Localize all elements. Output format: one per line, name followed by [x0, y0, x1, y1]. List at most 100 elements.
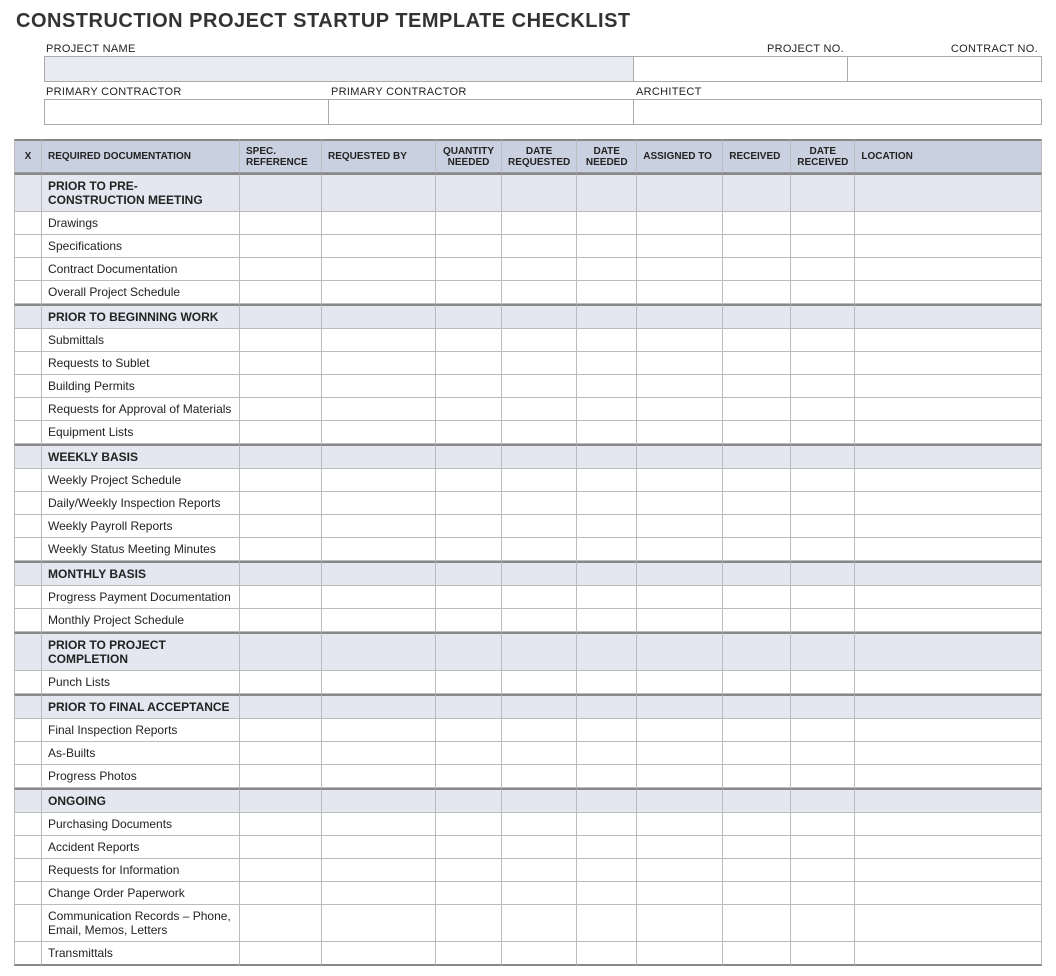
- spec-cell[interactable]: [240, 469, 322, 492]
- assigned-to-cell[interactable]: [637, 586, 723, 609]
- date-needed-cell[interactable]: [577, 859, 637, 882]
- date-received-cell[interactable]: [791, 421, 855, 444]
- date-requested-cell[interactable]: [502, 882, 577, 905]
- section-empty-cell[interactable]: [577, 304, 637, 329]
- date-requested-cell[interactable]: [502, 212, 577, 235]
- section-empty-cell[interactable]: [322, 444, 436, 469]
- input-primary-contractor-1[interactable]: [44, 99, 329, 125]
- received-cell[interactable]: [723, 352, 791, 375]
- date-needed-cell[interactable]: [577, 421, 637, 444]
- qty-cell[interactable]: [436, 765, 502, 788]
- qty-cell[interactable]: [436, 515, 502, 538]
- assigned-to-cell[interactable]: [637, 281, 723, 304]
- requested-by-cell[interactable]: [322, 609, 436, 632]
- assigned-to-cell[interactable]: [637, 421, 723, 444]
- assigned-to-cell[interactable]: [637, 375, 723, 398]
- requested-by-cell[interactable]: [322, 352, 436, 375]
- requested-by-cell[interactable]: [322, 515, 436, 538]
- x-cell[interactable]: [14, 719, 42, 742]
- spec-cell[interactable]: [240, 281, 322, 304]
- date-needed-cell[interactable]: [577, 538, 637, 561]
- section-empty-cell[interactable]: [791, 444, 855, 469]
- received-cell[interactable]: [723, 375, 791, 398]
- location-cell[interactable]: [855, 742, 1042, 765]
- section-empty-cell[interactable]: [322, 694, 436, 719]
- date-requested-cell[interactable]: [502, 538, 577, 561]
- location-cell[interactable]: [855, 469, 1042, 492]
- section-x-cell[interactable]: [14, 444, 42, 469]
- date-requested-cell[interactable]: [502, 398, 577, 421]
- assigned-to-cell[interactable]: [637, 398, 723, 421]
- received-cell[interactable]: [723, 859, 791, 882]
- qty-cell[interactable]: [436, 538, 502, 561]
- requested-by-cell[interactable]: [322, 813, 436, 836]
- spec-cell[interactable]: [240, 765, 322, 788]
- date-needed-cell[interactable]: [577, 375, 637, 398]
- received-cell[interactable]: [723, 719, 791, 742]
- section-empty-cell[interactable]: [322, 561, 436, 586]
- location-cell[interactable]: [855, 836, 1042, 859]
- qty-cell[interactable]: [436, 836, 502, 859]
- qty-cell[interactable]: [436, 905, 502, 942]
- location-cell[interactable]: [855, 671, 1042, 694]
- section-empty-cell[interactable]: [502, 632, 577, 671]
- received-cell[interactable]: [723, 281, 791, 304]
- spec-cell[interactable]: [240, 942, 322, 966]
- x-cell[interactable]: [14, 609, 42, 632]
- date-received-cell[interactable]: [791, 235, 855, 258]
- qty-cell[interactable]: [436, 882, 502, 905]
- section-x-cell[interactable]: [14, 304, 42, 329]
- date-needed-cell[interactable]: [577, 719, 637, 742]
- x-cell[interactable]: [14, 586, 42, 609]
- assigned-to-cell[interactable]: [637, 813, 723, 836]
- date-needed-cell[interactable]: [577, 813, 637, 836]
- requested-by-cell[interactable]: [322, 492, 436, 515]
- requested-by-cell[interactable]: [322, 398, 436, 421]
- section-empty-cell[interactable]: [637, 694, 723, 719]
- date-received-cell[interactable]: [791, 859, 855, 882]
- location-cell[interactable]: [855, 258, 1042, 281]
- qty-cell[interactable]: [436, 719, 502, 742]
- section-empty-cell[interactable]: [502, 561, 577, 586]
- requested-by-cell[interactable]: [322, 859, 436, 882]
- date-received-cell[interactable]: [791, 719, 855, 742]
- date-received-cell[interactable]: [791, 492, 855, 515]
- input-project-no[interactable]: [634, 56, 848, 82]
- spec-cell[interactable]: [240, 212, 322, 235]
- section-empty-cell[interactable]: [502, 788, 577, 813]
- date-requested-cell[interactable]: [502, 352, 577, 375]
- section-empty-cell[interactable]: [436, 632, 502, 671]
- date-needed-cell[interactable]: [577, 765, 637, 788]
- section-empty-cell[interactable]: [855, 304, 1042, 329]
- section-empty-cell[interactable]: [502, 173, 577, 212]
- qty-cell[interactable]: [436, 235, 502, 258]
- location-cell[interactable]: [855, 538, 1042, 561]
- qty-cell[interactable]: [436, 492, 502, 515]
- date-needed-cell[interactable]: [577, 905, 637, 942]
- input-contract-no[interactable]: [848, 56, 1042, 82]
- spec-cell[interactable]: [240, 329, 322, 352]
- date-needed-cell[interactable]: [577, 742, 637, 765]
- date-received-cell[interactable]: [791, 586, 855, 609]
- date-requested-cell[interactable]: [502, 329, 577, 352]
- requested-by-cell[interactable]: [322, 235, 436, 258]
- assigned-to-cell[interactable]: [637, 942, 723, 966]
- requested-by-cell[interactable]: [322, 212, 436, 235]
- date-needed-cell[interactable]: [577, 882, 637, 905]
- date-received-cell[interactable]: [791, 281, 855, 304]
- qty-cell[interactable]: [436, 212, 502, 235]
- section-empty-cell[interactable]: [436, 694, 502, 719]
- location-cell[interactable]: [855, 398, 1042, 421]
- section-empty-cell[interactable]: [240, 304, 322, 329]
- spec-cell[interactable]: [240, 882, 322, 905]
- assigned-to-cell[interactable]: [637, 836, 723, 859]
- date-needed-cell[interactable]: [577, 398, 637, 421]
- date-needed-cell[interactable]: [577, 515, 637, 538]
- assigned-to-cell[interactable]: [637, 765, 723, 788]
- assigned-to-cell[interactable]: [637, 609, 723, 632]
- spec-cell[interactable]: [240, 719, 322, 742]
- section-empty-cell[interactable]: [322, 173, 436, 212]
- input-architect[interactable]: [634, 99, 1042, 125]
- date-needed-cell[interactable]: [577, 258, 637, 281]
- section-empty-cell[interactable]: [855, 694, 1042, 719]
